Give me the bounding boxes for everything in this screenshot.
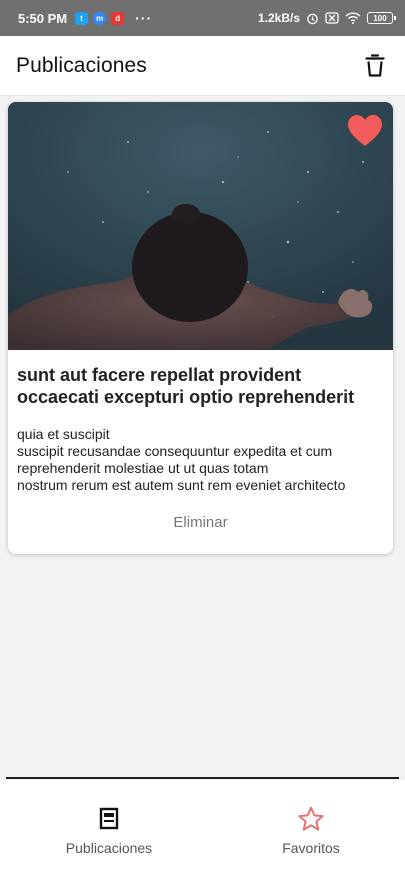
wifi-icon — [345, 12, 361, 24]
delete-all-button[interactable] — [361, 52, 389, 80]
document-icon — [99, 807, 119, 830]
status-time: 5:50 PM — [18, 10, 68, 26]
post-title: sunt aut facere repellat provident occae… — [17, 365, 355, 407]
nav-label-favoritos: Favoritos — [282, 840, 340, 856]
post-body: quia et suscipit suscipit recusandae con… — [17, 426, 346, 493]
bottom-nav-divider — [6, 777, 399, 779]
nav-label-publicaciones: Publicaciones — [65, 840, 153, 856]
post-card[interactable]: sunt aut facere repellat provident occae… — [8, 102, 393, 554]
bottom-nav: Publicaciones Favoritos — [0, 780, 405, 878]
network-speed: 1.2kB/s — [257, 11, 300, 25]
more-notifications-icon: ··· — [135, 10, 153, 26]
battery-icon: 100 — [367, 12, 396, 24]
messenger-icon: m — [93, 11, 107, 25]
app-header: Publicaciones — [0, 36, 405, 96]
app-red-icon: d — [111, 11, 125, 25]
underwater-swimmer-photo — [8, 102, 393, 350]
heart-icon — [348, 115, 382, 146]
twitter-icon: t — [75, 11, 89, 25]
status-bar: 5:50 PM t m d ··· 1.2kB/s 100 — [0, 0, 405, 36]
star-icon — [298, 806, 324, 831]
sim-off-icon — [325, 12, 339, 24]
delete-post-button[interactable]: Eliminar — [8, 514, 393, 531]
status-right: 1.2kB/s 100 — [257, 11, 396, 25]
nav-item-favoritos[interactable]: Favoritos — [210, 806, 405, 856]
status-left: 5:50 PM t m d ··· — [18, 10, 152, 26]
post-image — [8, 102, 393, 350]
alarm-icon — [307, 13, 318, 24]
nav-item-publicaciones[interactable]: Publicaciones — [8, 806, 210, 856]
trash-icon — [365, 53, 385, 77]
page-title: Publicaciones — [16, 53, 147, 77]
favorite-toggle-button[interactable] — [347, 114, 383, 148]
